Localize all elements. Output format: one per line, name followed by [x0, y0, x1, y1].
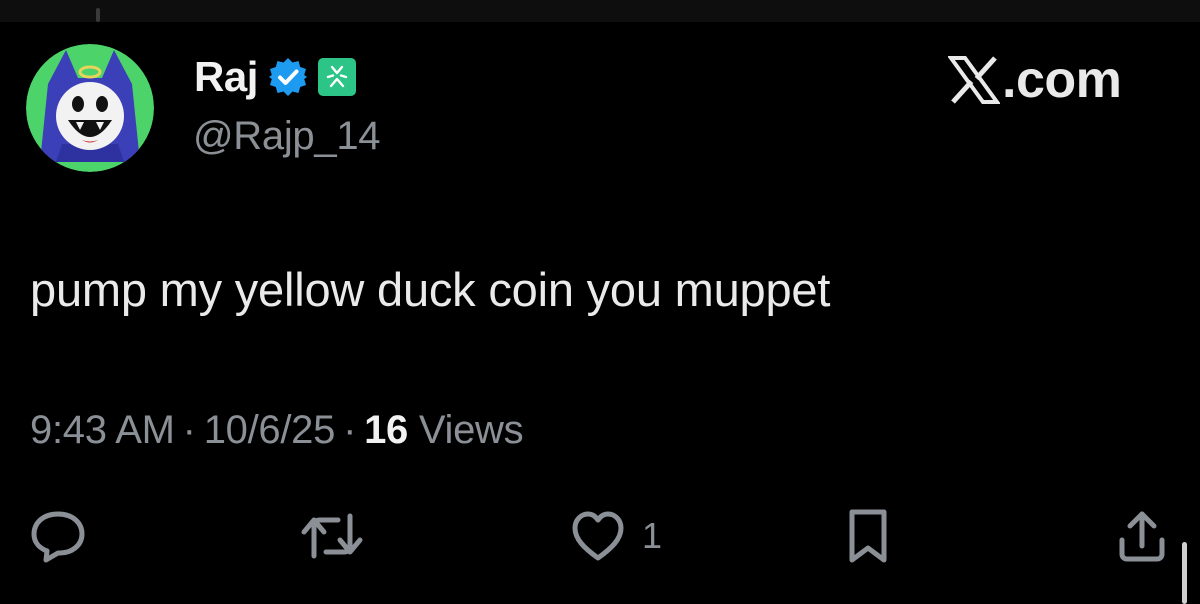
like-count: 1: [642, 515, 663, 556]
share-button[interactable]: [1114, 508, 1170, 564]
author-handle[interactable]: @Rajp_14: [193, 114, 381, 159]
jack-frost-avatar-icon: [26, 44, 154, 172]
brand-domain-text: .com: [1002, 51, 1122, 109]
avatar[interactable]: [26, 44, 154, 172]
affiliate-symbol-icon: [326, 65, 348, 88]
views-count[interactable]: 16: [364, 408, 408, 452]
meta-separator: ·: [343, 408, 357, 452]
affiliate-badge-icon[interactable]: [317, 58, 356, 96]
like-button[interactable]: 1: [570, 508, 662, 564]
x-logo-icon: [948, 56, 1000, 104]
status-bar-tick: [96, 8, 100, 22]
scrollbar-indicator[interactable]: [1182, 542, 1187, 604]
share-icon: [1119, 511, 1165, 562]
repost-button[interactable]: [300, 508, 364, 564]
bookmark-button[interactable]: [844, 508, 892, 566]
post-date[interactable]: 10/6/25: [204, 408, 336, 452]
like-icon: [572, 511, 624, 561]
post-time[interactable]: 9:43 AM: [30, 408, 175, 452]
x-brand-watermark: .com: [948, 51, 1122, 109]
post-text: pump my yellow duck coin you muppet: [30, 263, 831, 316]
reply-icon: [31, 511, 85, 563]
repost-icon: [301, 513, 363, 559]
author-name-row: Raj: [194, 53, 356, 101]
author-display-name[interactable]: Raj: [194, 53, 258, 101]
verified-badge-icon[interactable]: [268, 57, 308, 97]
meta-separator: ·: [182, 408, 196, 452]
bookmark-icon: [849, 509, 887, 563]
post-meta: 9:43 AM · 10/6/25 · 16 Views: [30, 408, 524, 453]
status-bar: [0, 0, 1200, 22]
views-label[interactable]: Views: [419, 408, 524, 452]
reply-button[interactable]: [28, 508, 88, 564]
